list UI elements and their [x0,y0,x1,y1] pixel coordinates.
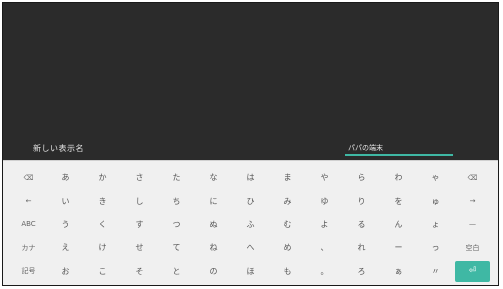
input-underline [345,154,453,156]
key[interactable]: む [270,214,305,235]
key-symbols[interactable]: 記号 [11,261,46,282]
key-dash[interactable]: — [455,214,490,235]
key[interactable]: や [307,167,342,188]
key-backspace[interactable]: ⌫ [11,167,46,188]
key[interactable]: せ [122,237,157,258]
app-window: 新しい表示名 パパの端末 ⌫ あ か さ た な は ま や ら わ ゃ ⌫ ←… [3,3,498,285]
key[interactable]: わ [381,167,416,188]
name-input-value: パパの端末 [348,144,383,152]
key[interactable]: け [85,237,120,258]
key-abc[interactable]: ABC [11,214,46,235]
key[interactable]: ぁ [381,261,416,282]
key[interactable]: よ [307,214,342,235]
key[interactable]: れ [344,237,379,258]
key[interactable]: 。 [307,261,342,282]
key[interactable]: ふ [233,214,268,235]
key[interactable]: お [48,261,83,282]
key[interactable]: は [233,167,268,188]
key[interactable]: そ [122,261,157,282]
key[interactable]: ほ [233,261,268,282]
key[interactable]: る [344,214,379,235]
key[interactable]: 〃 [418,261,453,282]
key[interactable]: り [344,190,379,211]
key[interactable]: ぬ [196,214,231,235]
key[interactable]: っ [418,237,453,258]
key[interactable]: て [159,237,194,258]
key[interactable]: を [381,190,416,211]
key[interactable]: し [122,190,157,211]
key[interactable]: あ [48,167,83,188]
key[interactable]: き [85,190,120,211]
key[interactable]: ゆ [307,190,342,211]
key[interactable]: い [48,190,83,211]
keyboard-grid: ⌫ あ か さ た な は ま や ら わ ゃ ⌫ ← い き し ち に ひ … [11,167,490,282]
key[interactable]: す [122,214,157,235]
content-area [3,3,498,157]
key[interactable]: ね [196,237,231,258]
key[interactable]: め [270,237,305,258]
key[interactable]: こ [85,261,120,282]
key-space[interactable]: 空白 [455,237,490,258]
key[interactable]: ゅ [418,190,453,211]
key-right[interactable]: → [455,190,490,211]
key[interactable]: み [270,190,305,211]
key[interactable]: な [196,167,231,188]
key-delete[interactable]: ⌫ [455,167,490,188]
key[interactable]: ひ [233,190,268,211]
key[interactable]: の [196,261,231,282]
key[interactable]: ょ [418,214,453,235]
key[interactable]: に [196,190,231,211]
key[interactable]: ろ [344,261,379,282]
key-left[interactable]: ← [11,190,46,211]
on-screen-keyboard: ⌫ あ か さ た な は ま や ら わ ゃ ⌫ ← い き し ち に ひ … [3,160,498,285]
key[interactable]: さ [122,167,157,188]
key[interactable]: と [159,261,194,282]
prompt-label: 新しい表示名 [33,144,84,153]
enter-key[interactable]: ⏎ [455,260,490,282]
key[interactable]: へ [233,237,268,258]
key[interactable]: え [48,237,83,258]
name-input[interactable]: パパの端末 [345,140,453,156]
key[interactable]: ち [159,190,194,211]
enter-icon: ⏎ [468,266,477,277]
key[interactable]: た [159,167,194,188]
key[interactable]: ー [381,237,416,258]
key[interactable]: も [270,261,305,282]
key[interactable]: ま [270,167,305,188]
key[interactable]: ゃ [418,167,453,188]
key[interactable]: つ [159,214,194,235]
key[interactable]: ん [381,214,416,235]
key[interactable]: 、 [307,237,342,258]
key[interactable]: く [85,214,120,235]
key[interactable]: ら [344,167,379,188]
key[interactable]: う [48,214,83,235]
key-kana[interactable]: カナ [11,237,46,258]
key[interactable]: か [85,167,120,188]
